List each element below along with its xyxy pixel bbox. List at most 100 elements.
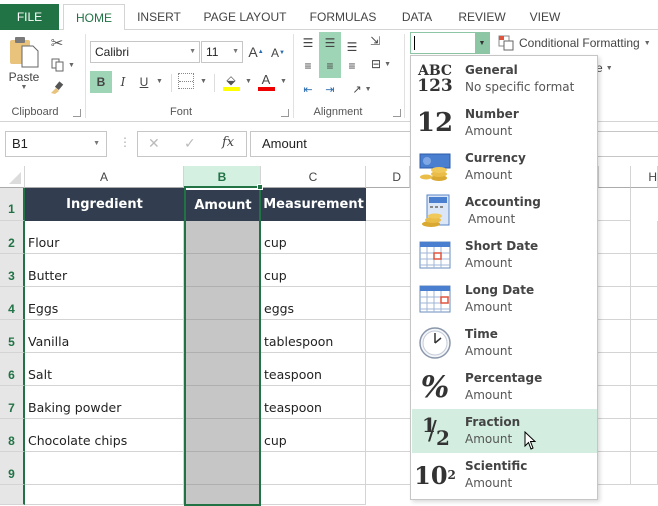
font-color-dropdown-icon[interactable]: ▼ [280,78,287,85]
font-name-combo[interactable]: Calibri ▼ [90,41,200,63]
column-header-h[interactable]: H [631,166,658,188]
row-header-1[interactable]: 1 [0,188,25,221]
cell-amount[interactable] [184,320,261,353]
cell-g[interactable] [598,452,631,485]
format-item-scientific[interactable]: 10 2 Scientific Amount [412,453,597,497]
italic-button[interactable]: I [113,71,133,93]
cell-amount[interactable] [184,386,261,419]
tab-data[interactable]: DATA [392,4,442,30]
row-header-5[interactable]: 5 [0,320,25,353]
fill-color-dropdown-icon[interactable]: ▼ [245,78,252,85]
merge-center-button[interactable]: ⊟ ▼ [366,55,396,73]
cell-amount[interactable] [184,254,261,287]
column-header-b[interactable]: B [184,166,261,188]
cell-amount[interactable] [184,452,261,485]
shrink-font-button[interactable]: A ▼ [270,44,286,62]
font-color-button[interactable]: A [257,71,275,93]
cell-ingredient[interactable]: Flour [25,221,184,254]
cell-g[interactable] [598,287,631,320]
cell-measurement[interactable]: cup [261,221,366,254]
clipboard-dialog-launcher[interactable] [73,109,81,117]
header-cell-amount[interactable]: Amount [186,190,260,221]
cell-g[interactable] [598,320,631,353]
tab-formulas[interactable]: FORMULAS [303,4,383,30]
format-as-table-button[interactable]: e ▼ [596,60,616,76]
cell-g1[interactable] [598,188,631,221]
conditional-formatting-button[interactable]: Conditional Formatting ▼ [498,33,656,53]
insert-function-icon[interactable]: fx [222,135,234,150]
cell-g[interactable] [598,254,631,287]
format-item-percentage[interactable]: % Percentage Amount [412,365,597,409]
font-size-combo[interactable]: 11 ▼ [201,41,243,63]
number-format-dropdown-icon[interactable]: ▼ [475,33,489,53]
align-left-button[interactable]: ≡ [299,57,317,75]
cell-measurement[interactable]: eggs [261,287,366,320]
wrap-text-button[interactable]: ⇲ [366,32,384,50]
cell-h[interactable] [631,254,658,287]
row-header-9[interactable]: 9 [0,452,25,485]
cell-h[interactable] [631,452,658,485]
format-item-short-date[interactable]: Short Date Amount [412,233,597,277]
cell-ingredient[interactable]: Butter [25,254,184,287]
format-painter-button[interactable] [48,78,66,96]
header-cell-measurement[interactable]: Measurement [261,188,366,221]
align-right-button[interactable]: ≡ [343,57,361,75]
alignment-dialog-launcher[interactable] [393,109,401,117]
cell-measurement[interactable]: tablespoon [261,320,366,353]
top-align-button[interactable]: ☰ [299,34,317,52]
cell-h[interactable] [631,386,658,419]
grow-font-button[interactable]: A ▲ [248,42,264,62]
row-header-6[interactable]: 6 [0,353,25,386]
cell-measurement[interactable]: teaspoon [261,353,366,386]
underline-dropdown-icon[interactable]: ▼ [156,78,163,85]
cell-ingredient[interactable] [25,452,184,485]
increase-indent-button[interactable]: ⇥ [321,80,339,98]
cell-row10[interactable] [261,485,366,505]
decrease-indent-button[interactable]: ⇤ [299,80,317,98]
format-item-general[interactable]: ABC 123 General No specific format [412,57,597,101]
middle-align-button[interactable]: ☰ [321,34,339,52]
header-cell-ingredient[interactable]: Ingredient [25,188,184,221]
cell-measurement[interactable] [261,452,366,485]
tab-file[interactable]: FILE [0,4,59,30]
row-header-2[interactable]: 2 [0,221,25,254]
cell-ingredient[interactable]: Eggs [25,287,184,320]
format-item-number[interactable]: 12 Number Amount [412,101,597,145]
enter-check-icon[interactable]: ✓ [184,135,196,152]
tab-view[interactable]: VIEW [522,4,568,30]
resize-handle-icon[interactable]: ⋮ [119,135,131,149]
format-item-fraction[interactable]: 1 / 2 Fraction Amount [412,409,597,453]
row-header-3[interactable]: 3 [0,254,25,287]
column-header-g[interactable] [598,166,631,188]
copy-button[interactable]: ▼ [48,56,78,74]
format-item-currency[interactable]: Currency Amount [412,145,597,189]
row-header-8[interactable]: 8 [0,419,25,452]
column-header-d[interactable]: D [366,166,410,188]
fill-color-button[interactable]: ⬙ [222,71,240,93]
tab-review[interactable]: REVIEW [452,4,512,30]
tab-home[interactable]: HOME [63,4,125,31]
row-header-10[interactable] [0,485,25,505]
cell-ingredient[interactable]: Baking powder [25,386,184,419]
cell-amount[interactable] [184,419,261,452]
cell-h[interactable] [631,419,658,452]
cell-g[interactable] [598,386,631,419]
bottom-align-button[interactable]: ☰ [343,38,361,56]
column-header-c[interactable]: C [261,166,366,188]
borders-button[interactable] [178,73,194,89]
cell-g[interactable] [598,221,631,254]
cut-button[interactable]: ✂ [48,34,66,52]
orientation-button[interactable]: ↗ ▼ [348,80,376,98]
cell-amount[interactable] [184,287,261,320]
cell-h[interactable] [631,287,658,320]
cell-h[interactable] [631,320,658,353]
cell-ingredient[interactable]: Vanilla [25,320,184,353]
cell-row10[interactable] [184,485,261,505]
bold-button[interactable]: B [90,71,112,93]
borders-dropdown-icon[interactable]: ▼ [200,78,207,85]
underline-button[interactable]: U [137,71,151,93]
format-item-time[interactable]: Time Amount [412,321,597,365]
row-header-7[interactable]: 7 [0,386,25,419]
cell-measurement[interactable]: teaspoon [261,386,366,419]
tab-page-layout[interactable]: PAGE LAYOUT [195,4,295,30]
